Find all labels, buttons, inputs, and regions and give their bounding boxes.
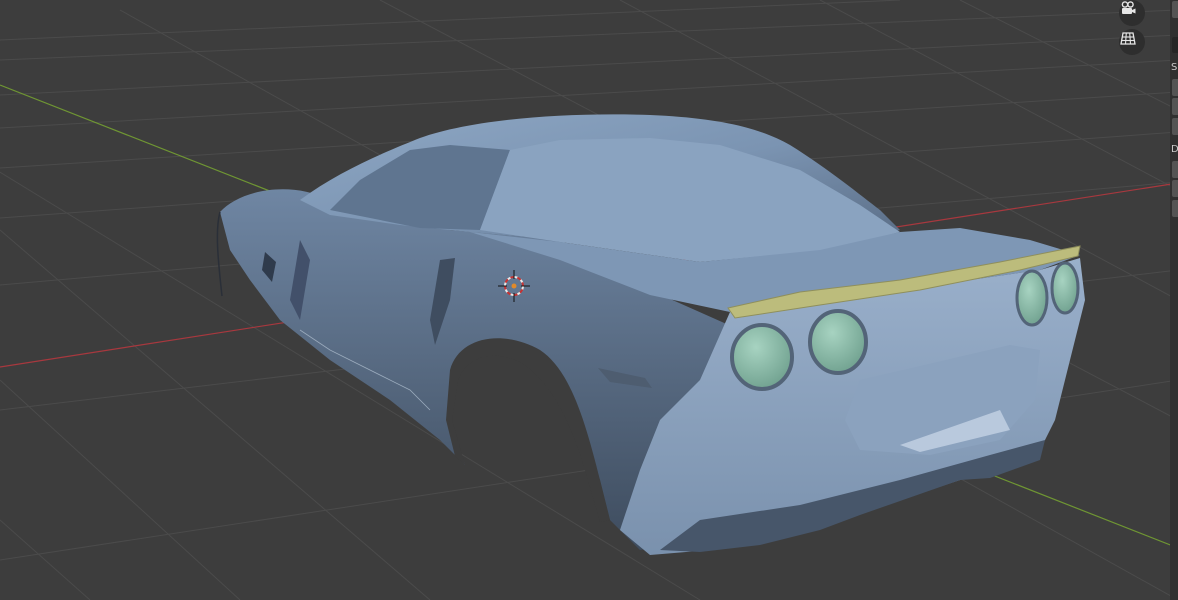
tail-light-3: [1015, 269, 1049, 327]
viewport-canvas[interactable]: [0, 0, 1178, 600]
tail-light-1: [730, 323, 794, 391]
sidebar-field[interactable]: [1172, 180, 1178, 197]
sidebar-field[interactable]: [1172, 98, 1178, 115]
sidebar-field[interactable]: [1172, 161, 1178, 178]
sidebar-field[interactable]: [1172, 118, 1178, 135]
camera-view-icon: [1121, 1, 1136, 14]
sidebar-field[interactable]: [1172, 1, 1178, 18]
tail-light-4: [1050, 261, 1080, 315]
sidebar-field[interactable]: [1172, 37, 1178, 53]
sidebar-section-label: S: [1171, 62, 1178, 73]
3d-viewport[interactable]: S D: [0, 0, 1178, 600]
perspective-grid-icon: [1120, 32, 1136, 45]
sidebar-field[interactable]: [1172, 200, 1178, 217]
camera-view-button[interactable]: [1119, 0, 1145, 26]
sidebar-section-label: D: [1171, 144, 1178, 155]
perspective-ortho-toggle-button[interactable]: [1119, 29, 1145, 55]
sidebar-field[interactable]: [1172, 79, 1178, 96]
tail-light-2: [808, 309, 868, 375]
